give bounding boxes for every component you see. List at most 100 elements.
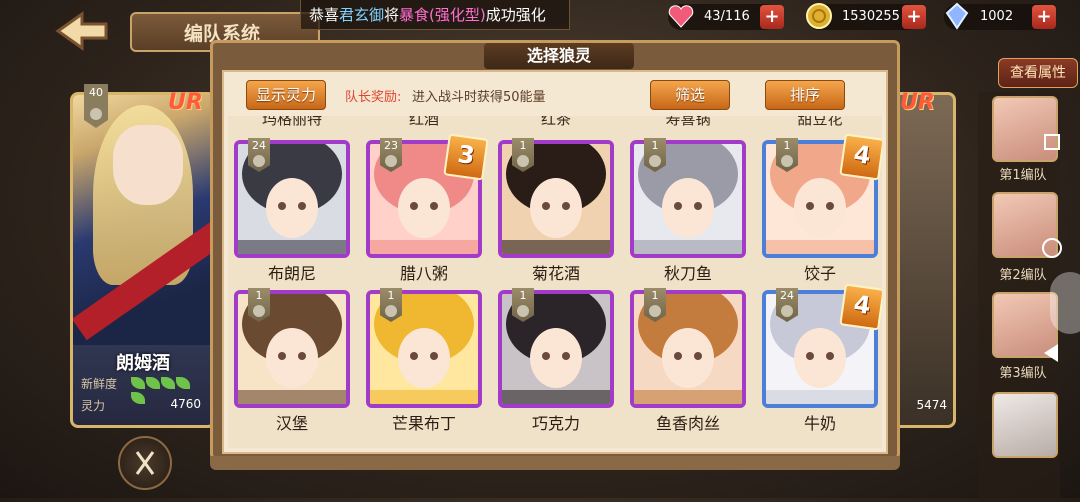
element-icon bbox=[649, 155, 661, 167]
level-badge: 1 bbox=[776, 138, 798, 172]
power-value: 5474 bbox=[916, 398, 947, 412]
leaf-icon bbox=[161, 377, 175, 389]
power-value: 4760 bbox=[170, 397, 201, 411]
back-icon[interactable] bbox=[1044, 344, 1058, 362]
star-rank-badge: 3 bbox=[443, 133, 489, 181]
crystal-icon bbox=[942, 1, 972, 31]
level-badge: 1 bbox=[644, 288, 666, 322]
previous-row-names: 玛格丽特 红酒 红茶 寿喜锅 甜豆花 bbox=[228, 116, 882, 128]
character-card[interactable]: 1 菊花酒 bbox=[498, 138, 614, 286]
marquee-item: 暴食(强化型) bbox=[399, 6, 486, 24]
stamina-value: 43/116 bbox=[704, 9, 750, 24]
captain-bonus-text: 进入战斗时获得50能量 bbox=[412, 90, 546, 105]
character-card[interactable]: 24 4 牛奶 bbox=[762, 283, 882, 436]
character-card[interactable]: 23 3 腊八粥 bbox=[366, 133, 489, 286]
power-row: 灵力 4760 bbox=[81, 397, 205, 415]
floating-assist-handle[interactable] bbox=[1050, 272, 1080, 334]
team-label: 第2编队 bbox=[999, 268, 1047, 283]
level-value: 24 bbox=[252, 139, 266, 152]
gem-counter: 1002 + bbox=[942, 1, 1056, 31]
add-gold-button[interactable]: + bbox=[902, 5, 926, 29]
freshness-label: 新鲜度 bbox=[81, 377, 118, 391]
back-button[interactable] bbox=[52, 8, 112, 54]
peek-name: 寿喜锅 bbox=[665, 116, 711, 128]
gem-value: 1002 bbox=[980, 9, 1014, 24]
marquee-text: 恭喜 bbox=[309, 6, 340, 24]
element-icon bbox=[253, 305, 265, 317]
element-icon bbox=[781, 155, 793, 167]
element-icon bbox=[517, 305, 529, 317]
heart-icon bbox=[666, 1, 696, 31]
character-grid[interactable]: 玛格丽特 红酒 红茶 寿喜锅 甜豆花 24 布朗尼 23 3 腊八粥 1 菊花酒 1 秋刀鱼 1 4 饺子 1 汉… bbox=[228, 116, 882, 448]
team-label: 第1编队 bbox=[999, 168, 1047, 183]
stamina-counter: 43/116 + bbox=[666, 1, 784, 31]
character-card[interactable]: 1 秋刀鱼 bbox=[630, 138, 746, 286]
level-value: 24 bbox=[780, 289, 794, 302]
recents-icon[interactable] bbox=[1044, 134, 1060, 150]
broadcast-marquee: 恭喜君玄御将暴食(强化型)成功强化 bbox=[300, 0, 570, 30]
sort-button[interactable]: 排序 bbox=[765, 80, 845, 110]
character-card[interactable]: 1 巧克力 bbox=[498, 288, 614, 436]
level-value: 1 bbox=[519, 139, 527, 152]
character-name: 饺子 bbox=[803, 264, 836, 283]
marquee-text: 将 bbox=[384, 6, 400, 24]
peek-name: 玛格丽特 bbox=[261, 116, 322, 128]
character-name: 牛奶 bbox=[803, 414, 836, 433]
coin-icon bbox=[804, 1, 834, 31]
character-name: 秋刀鱼 bbox=[663, 264, 712, 283]
element-icon bbox=[385, 155, 397, 167]
character-name: 朗姆酒 bbox=[116, 353, 170, 374]
character-name: 芒果布丁 bbox=[391, 414, 456, 433]
gold-value: 1530255 bbox=[842, 9, 900, 24]
add-gem-button[interactable]: + bbox=[1032, 5, 1056, 29]
character-card[interactable]: 1 4 饺子 bbox=[762, 133, 882, 286]
level-value: 1 bbox=[387, 289, 395, 302]
team-slot-4[interactable] bbox=[992, 392, 1058, 458]
character-portrait bbox=[73, 95, 213, 345]
character-name: 布朗尼 bbox=[267, 264, 316, 283]
marquee-text: 成功强化 bbox=[485, 6, 546, 24]
fork-knife-icon bbox=[135, 451, 155, 475]
freshness-row: 新鲜度 bbox=[81, 375, 205, 404]
gold-counter: 1530255 + bbox=[804, 1, 926, 31]
level-badge: 1 bbox=[512, 138, 534, 172]
leaf-icon bbox=[131, 377, 145, 389]
peek-name: 红茶 bbox=[540, 116, 571, 128]
character-card[interactable]: 1 汉堡 bbox=[234, 288, 350, 436]
team-label: 第3编队 bbox=[999, 366, 1047, 381]
peek-name: 甜豆花 bbox=[797, 116, 843, 128]
level-value: 23 bbox=[384, 139, 398, 152]
portrait-face bbox=[113, 125, 183, 205]
team-sidebar: 第1编队 第2编队 第3编队 bbox=[978, 92, 1060, 502]
dialog-bottom-edge bbox=[210, 456, 900, 470]
level-badge: 1 bbox=[248, 288, 270, 322]
home-icon[interactable] bbox=[1042, 238, 1062, 258]
rarity-badge: UR bbox=[168, 90, 203, 115]
character-card[interactable]: 24 布朗尼 bbox=[234, 138, 350, 286]
leaf-icon bbox=[146, 377, 160, 389]
element-icon bbox=[649, 305, 661, 317]
character-name: 鱼香肉丝 bbox=[655, 414, 720, 433]
filter-button[interactable]: 筛选 bbox=[650, 80, 730, 110]
view-attributes-button[interactable]: 查看属性 bbox=[998, 58, 1078, 88]
character-card[interactable]: 1 芒果布丁 bbox=[366, 288, 482, 436]
level-value: 1 bbox=[519, 289, 527, 302]
element-icon bbox=[253, 155, 265, 167]
character-card[interactable]: 1 鱼香肉丝 bbox=[630, 288, 746, 436]
level-value: 1 bbox=[651, 289, 659, 302]
level-badge: 1 bbox=[644, 138, 666, 172]
dialog-title: 选择狼灵 bbox=[484, 43, 634, 69]
level-badge: 40 bbox=[84, 84, 108, 128]
element-icon bbox=[385, 305, 397, 317]
leaf-icon bbox=[176, 377, 190, 389]
add-stamina-button[interactable]: + bbox=[760, 5, 784, 29]
marquee-player: 君玄御 bbox=[339, 6, 385, 24]
level-badge: 24 bbox=[248, 138, 270, 172]
team-slot-1[interactable] bbox=[992, 96, 1058, 162]
feed-button[interactable] bbox=[118, 436, 172, 490]
team-leader-card[interactable]: 朗姆酒 新鲜度 灵力 4760 bbox=[70, 92, 216, 428]
element-icon bbox=[517, 155, 529, 167]
show-power-button[interactable]: 显示灵力 bbox=[246, 80, 326, 110]
level-value: 40 bbox=[89, 86, 103, 99]
star-rank-badge: 4 bbox=[839, 133, 882, 181]
